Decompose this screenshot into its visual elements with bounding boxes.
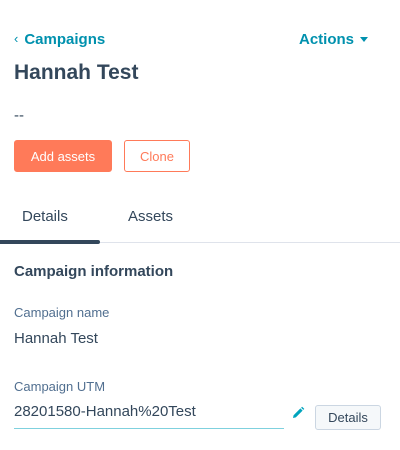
caret-down-icon [360,37,368,42]
campaign-name-value: Hannah Test [14,330,98,347]
tab-assets[interactable]: Assets [128,208,173,225]
utm-details-button[interactable]: Details [315,405,381,430]
page-title: Hannah Test [14,61,139,84]
action-buttons: Add assets Clone [14,140,190,172]
campaign-name-label: Campaign name [14,305,110,320]
top-bar: ‹ Campaigns Actions [14,29,368,49]
tab-bar: Details Assets [0,196,400,244]
clone-button[interactable]: Clone [124,140,190,172]
actions-dropdown[interactable]: Actions [299,31,368,48]
campaign-description: -- [14,107,24,124]
campaign-utm-row: 28201580-Hannah%20Test Details [14,402,386,432]
back-to-campaigns-link[interactable]: ‹ Campaigns [14,31,105,48]
chevron-left-icon: ‹ [14,30,19,46]
pencil-icon[interactable] [291,406,305,420]
campaign-utm-label: Campaign UTM [14,379,106,394]
actions-label: Actions [298,30,354,48]
active-tab-indicator [0,240,100,244]
campaign-detail-panel: ‹ Campaigns Actions Hannah Test -- Add a… [0,0,400,450]
add-assets-button[interactable]: Add assets [14,140,112,172]
section-title: Campaign information [14,263,174,280]
campaign-utm-value[interactable]: 28201580-Hannah%20Test [14,402,284,429]
tab-details[interactable]: Details [22,208,68,225]
back-link-label: Campaigns [24,30,106,48]
